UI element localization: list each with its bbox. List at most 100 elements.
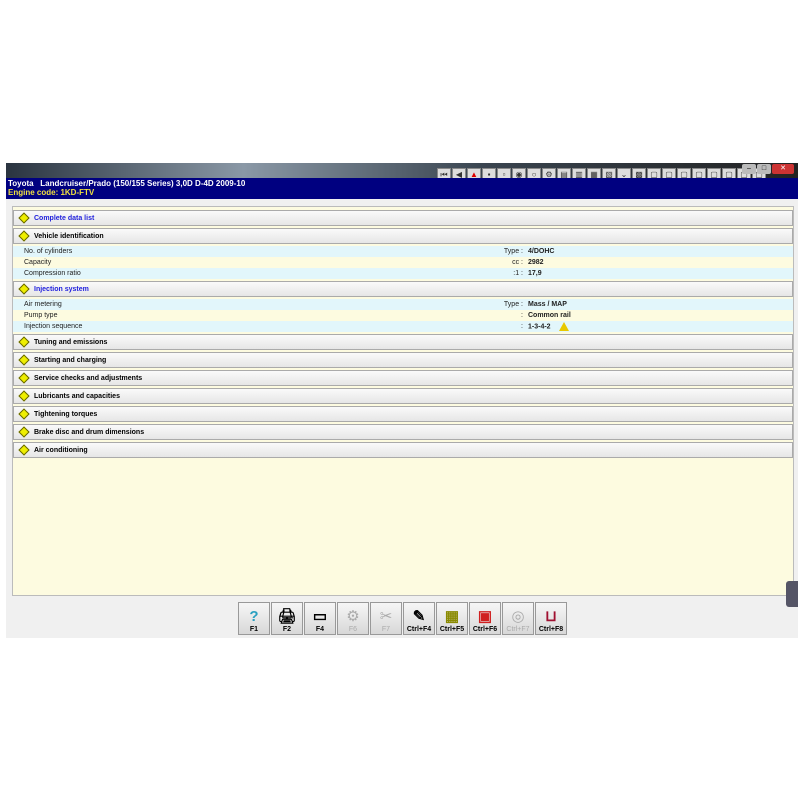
section-label: Starting and charging xyxy=(34,356,107,364)
vehicle-title: Toyota Landcruiser/Prado (150/155 Series… xyxy=(8,179,246,188)
f4-button[interactable]: ▭ F4 xyxy=(304,602,336,635)
table-row: No. of cylinders Type : 4/DOHC xyxy=(13,246,793,257)
ctrl-f5-button[interactable]: ▦ Ctrl+F5 xyxy=(436,602,468,635)
section-brake-disc[interactable]: Brake disc and drum dimensions xyxy=(13,424,793,440)
section-air-conditioning[interactable]: Air conditioning xyxy=(13,442,793,458)
row-label: Capacity xyxy=(24,259,52,266)
diamond-icon xyxy=(18,372,30,384)
f2-print-button[interactable]: 🖨 F2 xyxy=(271,602,303,635)
row-unit: Type : xyxy=(503,301,523,308)
f6-button[interactable]: ⚙ F6 xyxy=(337,602,369,635)
section-tuning-and-emissions[interactable]: Tuning and emissions xyxy=(13,334,793,350)
key-label: Ctrl+F4 xyxy=(406,626,432,633)
row-unit: : xyxy=(521,312,523,319)
function-key-bar: ? F1 🖨 F2 ▭ F4 ⚙ F6 ✂ F7 ✎ Ctrl+F4 ▦ Ctrl+F5 ▣ C… xyxy=(238,602,567,635)
section-label: Complete data list xyxy=(34,214,95,222)
maximize-icon[interactable]: □ xyxy=(757,164,771,174)
ctrl-f4-button[interactable]: ✎ Ctrl+F4 xyxy=(403,602,435,635)
lift-icon: ⊔ xyxy=(545,608,557,625)
row-value: 1-3-4-2 xyxy=(528,322,569,331)
row-unit: :1 : xyxy=(513,270,523,277)
table-row: Injection sequence:1-3-4-2 xyxy=(13,321,793,332)
section-lubricants[interactable]: Lubricants and capacities xyxy=(13,388,793,404)
section-tightening-torques[interactable]: Tightening torques xyxy=(13,406,793,422)
title-bar: ⏮ ◀ ▲ ▪ ▫ ◉ ○ ⚙ ▤ ▥ ▦ ▧ ⌄ ▩ ▢ ▢ ▢ ▢ ▢ ▢ … xyxy=(6,163,798,182)
section-starting-and-charging[interactable]: Starting and charging xyxy=(13,352,793,368)
diamond-icon xyxy=(18,390,30,402)
diamond-icon xyxy=(18,354,30,366)
row-value: 17,9 xyxy=(528,270,542,277)
ctrl-f8-button[interactable]: ⊔ Ctrl+F8 xyxy=(535,602,567,635)
window-controls: – □ ✕ xyxy=(742,164,794,174)
row-label: Pump type xyxy=(24,312,58,319)
section-label: Tuning and emissions xyxy=(34,338,108,346)
f7-button[interactable]: ✂ F7 xyxy=(370,602,402,635)
diamond-icon xyxy=(18,408,30,420)
section-label: Air conditioning xyxy=(34,446,88,454)
row-unit: cc : xyxy=(512,259,523,266)
key-label: F2 xyxy=(282,626,292,633)
row-value: Common rail xyxy=(528,312,571,319)
row-value: 2982 xyxy=(528,259,544,266)
diamond-icon xyxy=(18,212,30,224)
application-window: ⏮ ◀ ▲ ▪ ▫ ◉ ○ ⚙ ▤ ▥ ▦ ▧ ⌄ ▩ ▢ ▢ ▢ ▢ ▢ ▢ … xyxy=(6,163,798,638)
diamond-icon xyxy=(18,444,30,456)
ctrl-f6-button[interactable]: ▣ Ctrl+F6 xyxy=(469,602,501,635)
injection-rows: Air metering Type : Mass / MAP Pump type: C… xyxy=(13,299,793,332)
minimize-icon[interactable]: – xyxy=(742,164,756,174)
section-service-checks[interactable]: Service checks and adjustments xyxy=(13,370,793,386)
section-label: Vehicle identification xyxy=(34,232,104,240)
edit-icon: ✎ xyxy=(412,608,426,625)
key-label: F6 xyxy=(348,626,358,633)
engine-code: Engine code: 1KD-FTV xyxy=(8,188,95,197)
tool-icon: ✂ xyxy=(379,608,393,625)
key-label: Ctrl+F7 xyxy=(506,626,530,633)
injection-system-section[interactable]: Injection system xyxy=(13,281,793,297)
table-icon: ▦ xyxy=(444,608,460,625)
object-icon: ⚙ xyxy=(346,608,360,625)
table-row: Air metering Type : Mass / MAP xyxy=(13,299,793,310)
diamond-icon xyxy=(18,283,30,295)
section-label: Service checks and adjustments xyxy=(34,374,143,382)
row-value: Mass / MAP xyxy=(528,301,567,308)
diamond-icon xyxy=(18,426,30,438)
section-label: Brake disc and drum dimensions xyxy=(34,428,145,436)
diamond-icon xyxy=(18,230,30,242)
row-label: Injection sequence xyxy=(24,323,83,330)
vehicle-identification-section[interactable]: Vehicle identification xyxy=(13,228,793,244)
row-unit: : xyxy=(521,323,523,330)
key-label: F4 xyxy=(315,626,325,633)
help-icon: ? xyxy=(249,608,259,625)
red-panel-icon: ▣ xyxy=(477,608,493,625)
vehicle-header: Toyota Landcruiser/Prado (150/155 Series… xyxy=(6,178,798,199)
key-label: Ctrl+F6 xyxy=(472,626,498,633)
section-label: Tightening torques xyxy=(34,410,98,418)
key-label: F7 xyxy=(381,626,391,633)
section-label: Lubricants and capacities xyxy=(34,392,120,400)
row-label: Air metering xyxy=(24,301,62,308)
side-tab-handle[interactable] xyxy=(786,581,798,607)
f1-help-button[interactable]: ? F1 xyxy=(238,602,270,635)
warning-icon[interactable] xyxy=(558,322,569,331)
row-value-text: 1-3-4-2 xyxy=(528,323,551,331)
section-label: Injection system xyxy=(34,285,89,293)
row-unit: Type : xyxy=(503,248,523,255)
disc-icon: ◎ xyxy=(511,608,525,625)
printer-icon: 🖨 xyxy=(277,608,297,625)
window-icon: ▭ xyxy=(312,608,328,625)
key-label: Ctrl+F5 xyxy=(439,626,465,633)
close-icon[interactable]: ✕ xyxy=(772,164,794,174)
table-row: Pump type: Common rail xyxy=(13,310,793,321)
key-label: F1 xyxy=(249,626,259,633)
row-label: Compression ratio xyxy=(24,270,81,277)
ctrl-f7-button[interactable]: ◎ Ctrl+F7 xyxy=(502,602,534,635)
table-row: Compression ratio :1 : 17,9 xyxy=(13,268,793,279)
row-value: 4/DOHC xyxy=(528,248,555,255)
diamond-icon xyxy=(18,336,30,348)
vehicle-rows: No. of cylinders Type : 4/DOHC Capacity cc … xyxy=(13,246,793,279)
table-row: Capacity cc : 2982 xyxy=(13,257,793,268)
data-panel: Complete data list Vehicle identificatio… xyxy=(12,206,794,596)
row-label: No. of cylinders xyxy=(24,248,73,255)
key-label: Ctrl+F8 xyxy=(538,626,564,633)
complete-data-list-section[interactable]: Complete data list xyxy=(13,210,793,226)
